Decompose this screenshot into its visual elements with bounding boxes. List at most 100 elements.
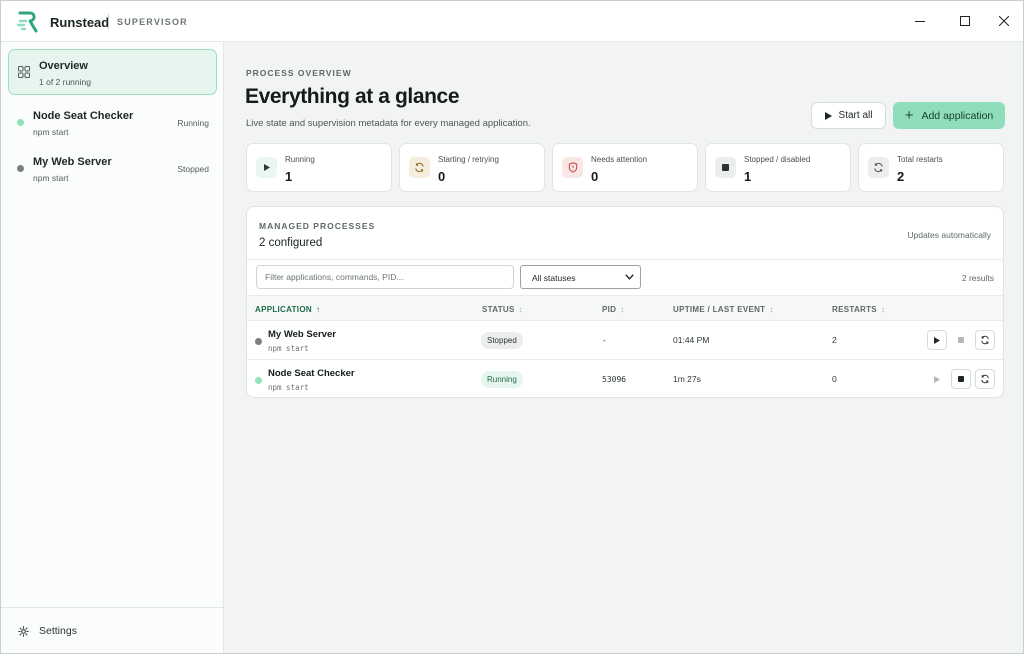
row-app-name: My Web Server: [268, 329, 336, 340]
maximize-icon: [960, 16, 970, 26]
overview-label: Overview: [39, 60, 88, 72]
status-badge: Running: [481, 371, 523, 388]
stat-label: Total restarts: [897, 155, 943, 164]
row-restarts: 2: [832, 335, 837, 345]
play-icon: [256, 157, 277, 178]
stop-icon: [958, 376, 964, 382]
sort-icon: ↕: [880, 305, 886, 314]
close-button[interactable]: [991, 9, 1017, 33]
status-dot: [255, 338, 262, 345]
row-uptime: 01:44 PM: [673, 335, 710, 345]
start-all-label: Start all: [838, 110, 873, 121]
process-name: Node Seat Checker: [33, 110, 134, 122]
stat-label: Needs attention: [591, 155, 648, 164]
column-header-application[interactable]: APPLICATION ↑: [255, 305, 320, 314]
sort-icon: ↕: [769, 305, 774, 314]
stat-card-total-restarts: Total restarts 2: [858, 143, 1004, 192]
table-row[interactable]: My Web Server npm start Stopped - 01:44 …: [247, 321, 1003, 360]
filter-input[interactable]: [256, 265, 514, 289]
sidebar-item-my-web-server[interactable]: My Web Server npm start Stopped: [8, 150, 217, 192]
panel-eyebrow: MANAGED PROCESSES: [259, 221, 376, 231]
start-all-button[interactable]: Start all: [811, 102, 886, 129]
sidebar-item-node-seat-checker[interactable]: Node Seat Checker npm start Running: [8, 104, 217, 146]
status-dot: [255, 377, 262, 384]
restart-process-button[interactable]: [975, 369, 995, 389]
page-eyebrow: PROCESS OVERVIEW: [246, 68, 352, 78]
process-name: My Web Server: [33, 156, 112, 168]
title-divider: [108, 14, 109, 29]
sort-icon: ↕: [518, 305, 523, 314]
column-header-pid[interactable]: PID ↕: [602, 305, 625, 314]
process-status: Running: [177, 118, 209, 128]
auto-update-note: Updates automatically: [907, 230, 991, 240]
app-window: Runstead SUPERVISOR Overview 1 of 2 runn…: [0, 0, 1024, 654]
sidebar-item-overview[interactable]: Overview 1 of 2 running: [8, 49, 217, 95]
stat-card-needs-attention: Needs attention 0: [552, 143, 698, 192]
sort-asc-icon: ↑: [315, 305, 321, 314]
settings-label: Settings: [39, 625, 77, 637]
restart-process-button[interactable]: [975, 330, 995, 350]
runstead-logo-icon: [17, 11, 38, 33]
overview-running-count: 1 of 2 running: [39, 77, 91, 87]
status-dot: [17, 165, 24, 172]
row-app-name: Node Seat Checker: [268, 368, 355, 379]
table-header: APPLICATION ↑ STATUS ↕ PID ↕ UPTIME / LAST …: [247, 295, 1003, 321]
sort-icon: ↕: [620, 305, 625, 314]
row-restarts: 0: [832, 374, 837, 384]
start-process-button[interactable]: [927, 369, 947, 389]
row-uptime: 1m 27s: [673, 374, 701, 384]
start-process-button[interactable]: [927, 330, 947, 350]
stop-icon: [958, 337, 964, 343]
process-command: npm start: [33, 173, 69, 183]
results-count: 2 results: [961, 273, 994, 283]
settings-button[interactable]: Settings: [18, 625, 77, 637]
stat-label: Starting / retrying: [438, 155, 499, 164]
row-command: npm start: [268, 344, 309, 353]
stop-icon: [715, 157, 736, 178]
sidebar-divider: [1, 607, 223, 608]
page-title: Everything at a glance: [245, 85, 460, 108]
row-pid: -: [602, 336, 607, 345]
add-application-label: Add application: [921, 109, 994, 122]
plus-icon: +: [904, 107, 914, 124]
stop-process-button[interactable]: [951, 369, 971, 389]
minimize-icon: [915, 21, 925, 22]
status-filter-value: All statuses: [532, 273, 576, 283]
maximize-button[interactable]: [952, 9, 978, 33]
play-icon: [824, 111, 832, 120]
play-icon: [934, 336, 940, 344]
sidebar: Overview 1 of 2 running Node Seat Checke…: [1, 42, 224, 653]
panel-title: 2 configured: [259, 237, 323, 249]
main-content: PROCESS OVERVIEW Everything at a glance …: [225, 42, 1023, 653]
status-filter-select[interactable]: All statuses: [520, 265, 641, 289]
restart-icon: [868, 157, 889, 178]
stat-label: Running: [285, 155, 315, 164]
add-application-button[interactable]: + Add application: [893, 102, 1005, 129]
minimize-button[interactable]: [907, 9, 933, 33]
column-header-status[interactable]: STATUS ↕: [482, 305, 523, 314]
stat-value: 2: [897, 169, 905, 184]
row-command: npm start: [268, 383, 309, 392]
stat-card-stopped: Stopped / disabled 1: [705, 143, 851, 192]
stat-card-starting: Starting / retrying 0: [399, 143, 545, 192]
status-badge: Stopped: [481, 332, 523, 349]
chevron-down-icon: [625, 274, 634, 280]
stat-value: 1: [744, 169, 752, 184]
refresh-icon: [409, 157, 430, 178]
row-pid: 53096: [602, 375, 627, 384]
column-header-uptime[interactable]: UPTIME / LAST EVENT ↕: [673, 305, 774, 314]
table-row[interactable]: Node Seat Checker npm start Running 5309…: [247, 360, 1003, 397]
title-bar: Runstead SUPERVISOR: [1, 1, 1023, 42]
app-subtitle: SUPERVISOR: [117, 17, 188, 27]
restart-icon: [981, 374, 989, 384]
stat-label: Stopped / disabled: [744, 155, 811, 164]
play-icon: [934, 375, 940, 383]
panel-divider: [247, 259, 1003, 260]
stop-process-button[interactable]: [951, 330, 971, 350]
column-header-restarts[interactable]: RESTARTS ↕: [832, 305, 885, 314]
stat-card-running: Running 1: [246, 143, 392, 192]
status-dot: [17, 119, 24, 126]
page-subtitle: Live state and supervision metadata for …: [246, 118, 531, 129]
stat-value: 0: [438, 169, 446, 184]
process-status: Stopped: [177, 164, 209, 174]
